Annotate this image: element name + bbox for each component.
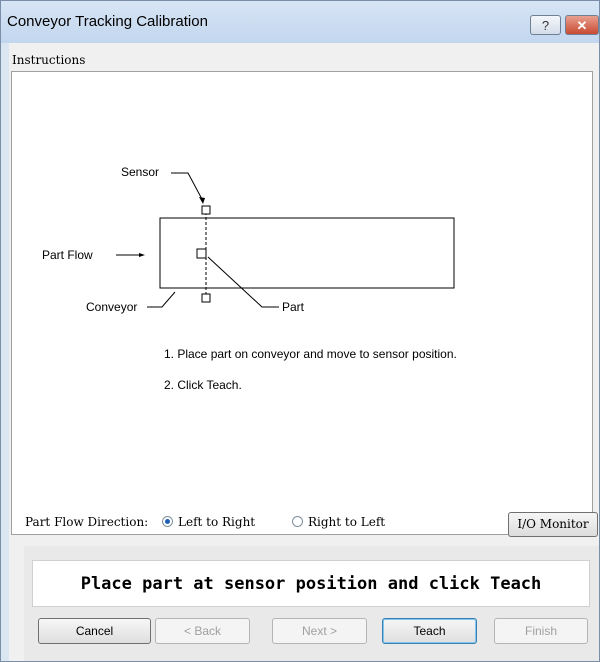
sensor-leader-line xyxy=(171,172,204,202)
sensor-arrowhead xyxy=(199,197,205,204)
part-leader-line xyxy=(207,256,279,308)
status-message: Place part at sensor position and click … xyxy=(32,560,590,607)
next-button[interactable]: Next > xyxy=(272,618,367,644)
close-button[interactable]: ✕ xyxy=(565,15,599,35)
instruction-step-1: 1. Place part on conveyor and move to se… xyxy=(164,347,457,361)
conveyor-leader-line xyxy=(147,291,176,308)
sensor-top-marker xyxy=(201,205,211,215)
sensor-bottom-marker xyxy=(201,293,211,303)
part-flow-label: Part Flow xyxy=(42,248,93,262)
window-title: Conveyor Tracking Calibration xyxy=(7,13,208,30)
back-button[interactable]: < Back xyxy=(155,618,250,644)
instructions-panel: Sensor Part Flow Conveyor Part 1. Place … xyxy=(11,71,593,535)
io-monitor-button[interactable]: I/O Monitor xyxy=(508,512,598,537)
dialog-window: Conveyor Tracking Calibration ? ✕ Instru… xyxy=(0,0,600,662)
conveyor-label: Conveyor xyxy=(86,300,137,314)
radio-left-to-right-label: Left to Right xyxy=(178,515,256,529)
radio-right-to-left-label: Right to Left xyxy=(308,515,386,529)
title-bar[interactable]: Conveyor Tracking Calibration ? ✕ xyxy=(1,1,599,43)
teach-button[interactable]: Teach xyxy=(382,618,477,644)
radio-right-to-left[interactable]: Right to Left xyxy=(292,515,385,529)
part-marker xyxy=(196,248,207,259)
radio-unselected-icon xyxy=(292,516,303,527)
instruction-step-2: 2. Click Teach. xyxy=(164,378,242,392)
radio-selected-icon xyxy=(162,516,173,527)
conveyor-diagram: Sensor Part Flow Conveyor Part xyxy=(42,165,455,314)
sensor-label: Sensor xyxy=(121,165,159,179)
bottom-panel: Place part at sensor position and click … xyxy=(24,546,599,661)
part-label: Part xyxy=(282,300,305,314)
cancel-button[interactable]: Cancel xyxy=(38,618,151,644)
part-flow-arrowhead xyxy=(139,253,145,257)
finish-button[interactable]: Finish xyxy=(494,618,588,644)
part-flow-direction-label: Part Flow Direction: xyxy=(25,515,149,529)
instructions-label: Instructions xyxy=(12,53,86,67)
radio-left-to-right[interactable]: Left to Right xyxy=(162,515,255,529)
help-button[interactable]: ? xyxy=(530,15,561,35)
